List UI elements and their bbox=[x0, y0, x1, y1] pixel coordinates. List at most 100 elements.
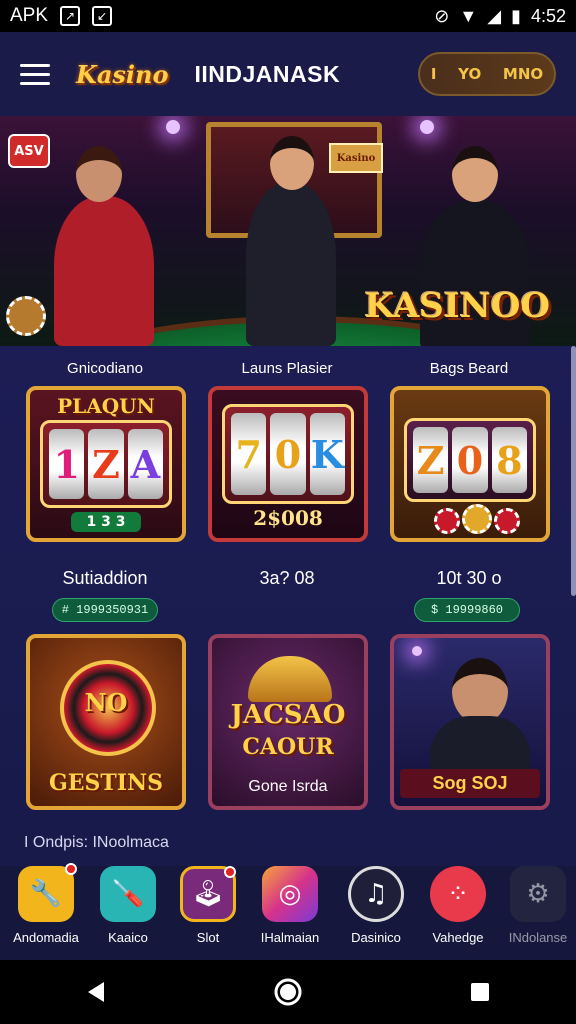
dock-item-kaaico[interactable]: 🪛 Kaaico bbox=[88, 866, 168, 945]
reel: Z bbox=[413, 427, 449, 493]
signal-icon: ◢ bbox=[487, 5, 502, 26]
game-caption: Sutiaddion bbox=[62, 568, 148, 588]
carrier-label: APK bbox=[10, 5, 49, 26]
joystick-icon: 🕹 bbox=[180, 866, 236, 922]
dealer-figure bbox=[54, 196, 154, 346]
tile-footer: Sog SOJ bbox=[400, 769, 540, 798]
jackpot-game-tile[interactable]: JACSAO CAOUR Gone Isrda bbox=[208, 634, 368, 810]
wrench-icon: 🔧 bbox=[18, 863, 77, 922]
category-label: Gnicodiano bbox=[67, 360, 143, 377]
tile-footer: Gone Isrda bbox=[248, 778, 328, 795]
jackpot-pill: $ 19999860 bbox=[414, 598, 520, 622]
chip-stack bbox=[6, 296, 46, 336]
home-button[interactable] bbox=[268, 972, 308, 1012]
pill-value: MNO bbox=[502, 65, 544, 83]
game-caption: 10t 30 o bbox=[436, 568, 502, 588]
bottom-dock: 🔧 Andomadia 🪛 Kaaico 🕹 Slot ◎ IHalmaian … bbox=[0, 863, 576, 960]
category-label: Launs Plasier bbox=[241, 360, 333, 377]
slot-reels: Z 0 8 bbox=[404, 418, 536, 502]
hero-banner[interactable]: Kasino ASV KASINOO bbox=[0, 116, 576, 346]
slot-reels: 1 Z A bbox=[40, 420, 172, 508]
jackpot-pill: # 1999350931 bbox=[52, 598, 158, 622]
back-button[interactable] bbox=[76, 972, 116, 1012]
reel: 7 bbox=[231, 413, 267, 495]
category-label: Bags Beard bbox=[429, 360, 509, 377]
app-logo[interactable]: Kasino bbox=[76, 60, 169, 89]
board-sign: Kasino bbox=[329, 143, 383, 173]
home-icon bbox=[274, 978, 302, 1006]
reel: 8 bbox=[491, 427, 527, 493]
camera-icon: ◎ bbox=[262, 866, 318, 922]
tile-main: NO bbox=[84, 688, 128, 717]
dock-label: INdolanse bbox=[508, 930, 568, 945]
slot-game-tile[interactable]: PLAQUN 1 Z A 1 3 3 bbox=[26, 386, 186, 542]
mute-icon: ⊘ bbox=[434, 5, 450, 26]
player-figure bbox=[246, 182, 336, 346]
slot-reels: 7 0 K bbox=[222, 404, 354, 504]
dock-item-slot[interactable]: 🕹 Slot bbox=[168, 866, 248, 945]
spotlight bbox=[412, 646, 422, 656]
section-label: I Ondpis: INoolmaca bbox=[24, 834, 169, 851]
notification-icon: ↗ bbox=[60, 6, 81, 26]
game-grid: Gnicodiano Launs Plasier Bags Beard PLAQ… bbox=[0, 346, 576, 866]
dock-label: Vahedge bbox=[432, 930, 484, 945]
hero-logo: KASINOO bbox=[364, 286, 550, 326]
back-icon bbox=[88, 982, 104, 1002]
pill-icon: I bbox=[430, 65, 437, 83]
spotlight bbox=[420, 120, 434, 134]
dock-label: Andomadia bbox=[13, 930, 79, 945]
music-note-icon: ♫ bbox=[348, 866, 404, 922]
reel: 0 bbox=[270, 413, 306, 495]
slot-game-tile[interactable]: 7 0 K 2$008 bbox=[208, 386, 368, 542]
recents-button[interactable] bbox=[460, 972, 500, 1012]
dock-label: Slot bbox=[196, 930, 220, 945]
reel: Z bbox=[88, 429, 124, 499]
player-head-2 bbox=[452, 146, 498, 202]
system-nav-bar bbox=[0, 960, 576, 1024]
dock-item-andomadia[interactable]: 🔧 Andomadia bbox=[6, 863, 86, 945]
tile-footer: 1 3 3 bbox=[70, 512, 142, 532]
notification-dot bbox=[65, 863, 77, 875]
menu-button[interactable] bbox=[20, 63, 50, 85]
crown-icon bbox=[248, 656, 332, 702]
app-bar: Kasino IINDJANASK I YO MNO bbox=[0, 32, 576, 116]
dots-icon: ⁘ bbox=[430, 866, 486, 922]
coin-icon bbox=[494, 508, 520, 534]
live-dealer-tile[interactable]: Sog SOJ bbox=[390, 634, 550, 810]
roulette-game-tile[interactable]: NO GESTINS bbox=[26, 634, 186, 810]
dock-item-vahedge[interactable]: ⁘ Vahedge bbox=[418, 866, 498, 945]
tile-footer: GESTINS bbox=[48, 770, 164, 796]
dock-label: IHalmaian bbox=[260, 930, 320, 945]
reel: 0 bbox=[452, 427, 488, 493]
wifi-icon: ▼ bbox=[459, 5, 478, 26]
tile-sub: CAOUR bbox=[242, 734, 334, 760]
dock-label: Kaaico bbox=[108, 930, 148, 945]
recents-icon bbox=[471, 983, 489, 1001]
reel: A bbox=[127, 429, 163, 499]
clock: 4:52 bbox=[530, 5, 566, 26]
tile-title: PLAQUN bbox=[57, 394, 155, 418]
game-caption: 3a? 08 bbox=[259, 568, 315, 588]
tile-main: JACSAO bbox=[230, 700, 346, 730]
reel: 1 bbox=[49, 429, 85, 499]
tool-icon: 🪛 bbox=[100, 866, 156, 922]
coin-icon bbox=[462, 504, 492, 534]
player-head bbox=[270, 136, 314, 190]
gear-icon: ⚙ bbox=[510, 866, 566, 922]
notification-dot bbox=[224, 866, 236, 878]
dock-item-indolanse[interactable]: ⚙ INdolanse bbox=[498, 866, 576, 945]
dealer-head bbox=[452, 658, 508, 724]
slot-game-tile[interactable]: Z 0 8 bbox=[390, 386, 550, 542]
dealer-head bbox=[76, 146, 122, 202]
coin-icon bbox=[434, 508, 460, 534]
dock-item-ihalmaian[interactable]: ◎ IHalmaian bbox=[250, 866, 330, 945]
notification-icon-2: ↙ bbox=[92, 6, 113, 26]
dock-label: Dasinico bbox=[351, 930, 401, 945]
battery-icon: ▮ bbox=[511, 5, 521, 26]
dock-item-dasinico[interactable]: ♫ Dasinico bbox=[336, 866, 416, 945]
scrollbar[interactable] bbox=[571, 346, 576, 596]
app-title: IINDJANASK bbox=[194, 60, 341, 87]
balance-pill[interactable]: I YO MNO bbox=[418, 52, 556, 96]
status-bar: APK ↗ ↙ ⊘ ▼ ◢ ▮ 4:52 bbox=[0, 0, 576, 32]
spotlight bbox=[166, 120, 180, 134]
